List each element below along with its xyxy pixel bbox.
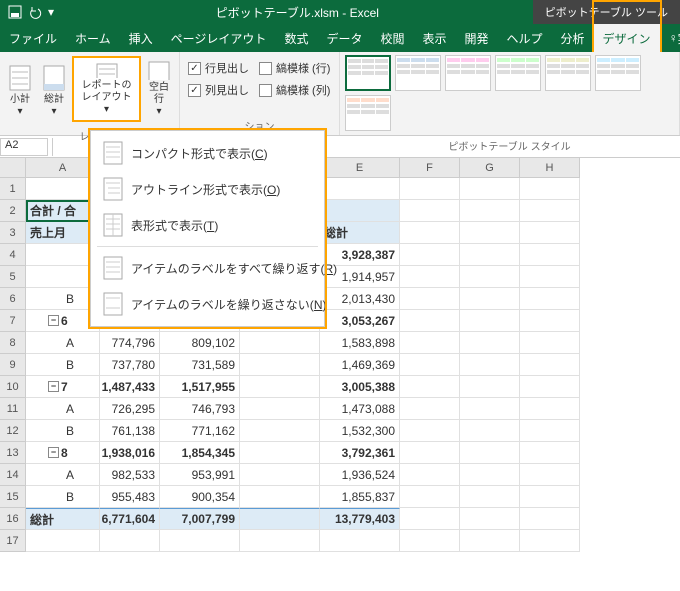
col-header-G[interactable]: G [460, 158, 520, 178]
tabular-form-item[interactable]: 表形式で表示(T) [91, 207, 324, 243]
report-layout-dropdown: コンパクト形式で表示(C) アウトライン形式で表示(O) 表形式で表示(T) ア… [90, 130, 325, 327]
select-all-corner[interactable] [0, 158, 26, 178]
collapse-icon[interactable]: − [48, 315, 59, 326]
row-header[interactable]: 8 [0, 332, 26, 354]
tab-design[interactable]: デザイン [594, 24, 660, 52]
grand-totals-button[interactable]: 総計▾ [38, 56, 70, 122]
compact-form-item[interactable]: コンパクト形式で表示(C) [91, 135, 324, 171]
row-header[interactable]: 3 [0, 222, 26, 244]
subtotals-button[interactable]: 小計▾ [4, 56, 36, 122]
row-header[interactable]: 11 [0, 398, 26, 420]
no-repeat-icon [103, 292, 123, 316]
col-header-H[interactable]: H [520, 158, 580, 178]
row-header[interactable]: 5 [0, 266, 26, 288]
banded-rows-checkbox[interactable]: 縞模様 (行) [259, 60, 330, 76]
pivot-style-5[interactable] [545, 55, 591, 91]
col-header-F[interactable]: F [400, 158, 460, 178]
tab-analyze[interactable]: 分析 [552, 24, 594, 52]
col-headers-checkbox[interactable]: ✓列見出し [188, 82, 249, 98]
row-header[interactable]: 2 [0, 200, 26, 222]
pivot-style-7[interactable] [345, 95, 391, 131]
quick-access-toolbar: ▾ [0, 5, 62, 19]
tab-run[interactable]: ♀ 実行 [660, 24, 680, 52]
qat-dropdown-icon[interactable]: ▾ [48, 5, 54, 19]
row-header[interactable]: 12 [0, 420, 26, 442]
tab-review[interactable]: 校閲 [371, 24, 413, 52]
tab-formulas[interactable]: 数式 [275, 24, 317, 52]
outline-form-item[interactable]: アウトライン形式で表示(O) [91, 171, 324, 207]
subtotals-icon [8, 64, 32, 92]
tabular-icon [103, 213, 123, 237]
pivot-style-6[interactable] [595, 55, 641, 91]
grand-totals-icon [42, 64, 66, 92]
pivot-style-2[interactable] [395, 55, 441, 91]
row-headers-checkbox[interactable]: ✓行見出し [188, 60, 249, 76]
save-icon[interactable] [8, 5, 22, 19]
pivot-style-1[interactable] [345, 55, 391, 91]
row-header[interactable]: 14 [0, 464, 26, 486]
row-header[interactable]: 17 [0, 530, 26, 552]
ribbon-tabs: ファイル ホーム 挿入 ページレイアウト 数式 データ 校閲 表示 開発 ヘルプ… [0, 24, 680, 52]
outline-icon [103, 177, 123, 201]
cell-A3[interactable]: 売上月 [26, 222, 100, 244]
banded-cols-checkbox[interactable]: 縞模様 (列) [259, 82, 330, 98]
row-header[interactable]: 1 [0, 178, 26, 200]
dropdown-separator [97, 246, 318, 247]
blank-rows-icon [147, 60, 171, 80]
row-header[interactable]: 15 [0, 486, 26, 508]
tab-view[interactable]: 表示 [413, 24, 455, 52]
tab-home[interactable]: ホーム [66, 24, 120, 52]
collapse-icon[interactable]: − [48, 381, 59, 392]
row-header[interactable]: 9 [0, 354, 26, 376]
window-title: ピボットテーブル.xlsm - Excel [62, 4, 533, 21]
row-header[interactable]: 7 [0, 310, 26, 332]
pivot-style-4[interactable] [495, 55, 541, 91]
no-repeat-labels-item[interactable]: アイテムのラベルを繰り返さない(N) [91, 286, 324, 322]
report-layout-icon [95, 62, 119, 78]
tab-file[interactable]: ファイル [0, 24, 66, 52]
ribbon: 小計▾ 総計▾ レポートのレイアウト▾ 空白行▾ レイ ✓行見出し 縞模様 (行… [0, 52, 680, 136]
pivot-style-3[interactable] [445, 55, 491, 91]
tab-developer[interactable]: 開発 [456, 24, 498, 52]
repeat-labels-item[interactable]: アイテムのラベルをすべて繰り返す(R) [91, 250, 324, 286]
collapse-icon[interactable]: − [48, 447, 59, 458]
tab-data[interactable]: データ [317, 24, 371, 52]
blank-rows-button[interactable]: 空白行▾ [143, 56, 175, 122]
tab-help[interactable]: ヘルプ [498, 24, 552, 52]
row-header[interactable]: 10 [0, 376, 26, 398]
title-bar: ▾ ピボットテーブル.xlsm - Excel ピボットテーブル ツール [0, 0, 680, 24]
row-header[interactable]: 6 [0, 288, 26, 310]
cell-A2[interactable]: 合計 / 合 [26, 200, 100, 222]
col-header-A[interactable]: A [26, 158, 100, 178]
name-box[interactable]: A2 [0, 138, 48, 156]
row-header[interactable]: 4 [0, 244, 26, 266]
repeat-icon [103, 256, 123, 280]
report-layout-button[interactable]: レポートのレイアウト▾ [72, 56, 141, 122]
col-header-E[interactable]: E [320, 158, 400, 178]
tab-page-layout[interactable]: ページレイアウト [162, 24, 276, 52]
row-header[interactable]: 16 [0, 508, 26, 530]
tab-insert[interactable]: 挿入 [120, 24, 162, 52]
compact-icon [103, 141, 123, 165]
row-header[interactable]: 13 [0, 442, 26, 464]
contextual-tab-label: ピボットテーブル ツール [533, 0, 680, 24]
undo-icon[interactable] [28, 5, 42, 19]
